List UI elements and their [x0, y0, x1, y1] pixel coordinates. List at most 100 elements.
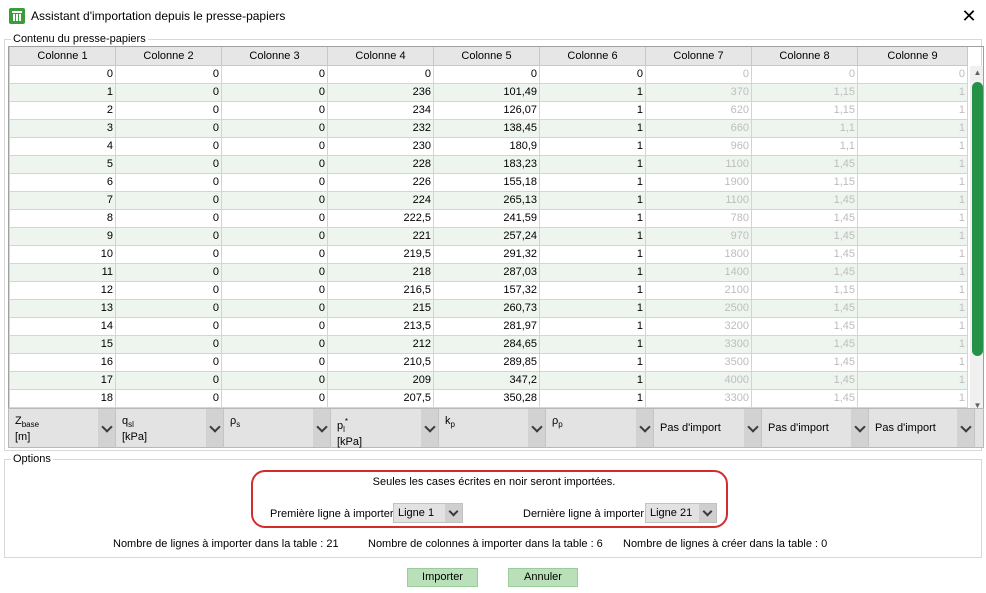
last-line-select[interactable]: Ligne 21 [645, 503, 717, 523]
column-header[interactable]: Colonne 2 [115, 47, 222, 66]
column-header[interactable]: Colonne 9 [857, 47, 968, 66]
table-cell: 0 [115, 82, 222, 102]
first-line-value: Ligne 1 [398, 507, 435, 519]
table-cell: 1,15 [751, 172, 858, 192]
table-cell: 0 [115, 244, 222, 264]
table-cell: 15 [9, 334, 116, 354]
table-cell: 1 [539, 334, 646, 354]
column-mapping-select[interactable]: Zbase [m] [9, 409, 116, 448]
table-cell: 0 [221, 64, 328, 84]
table-cell: 1 [539, 136, 646, 156]
mapping-label: Zbase [m] [15, 415, 39, 444]
table-cell: 1 [857, 334, 968, 354]
table-cell: 1 [539, 100, 646, 120]
table-cell: 0 [115, 172, 222, 192]
table-cell: 0 [115, 352, 222, 372]
table-cell: 183,23 [433, 154, 540, 174]
column-header[interactable]: Colonne 7 [645, 47, 752, 66]
chevron-down-icon[interactable] [313, 409, 330, 447]
column-mapping-select[interactable]: ρs [224, 409, 331, 448]
table-cell: 0 [221, 226, 328, 246]
table-cell: 216,5 [327, 280, 434, 300]
mapping-label: Pas d'import [875, 422, 936, 435]
chevron-down-icon[interactable] [957, 409, 974, 447]
table-cell: 5 [9, 154, 116, 174]
import-button[interactable]: Importer [407, 568, 478, 587]
scroll-up-icon[interactable]: ▲ [970, 66, 983, 80]
chevron-down-icon[interactable] [445, 504, 462, 522]
table-cell: 0 [115, 316, 222, 336]
table-cell: 226 [327, 172, 434, 192]
table-row: 4 0 0 230 180,9 1 960 1,1 1 [9, 136, 968, 156]
table-cell: 0 [221, 352, 328, 372]
chevron-down-icon[interactable] [206, 409, 223, 447]
column-header[interactable]: Colonne 3 [221, 47, 328, 66]
table-cell: 1 [539, 370, 646, 390]
table-cell: 1,45 [751, 226, 858, 246]
table-cell: 4 [9, 136, 116, 156]
column-mapping-select[interactable]: Pas d'import [762, 409, 869, 448]
table-cell: 1,45 [751, 190, 858, 210]
table-cell: 0 [115, 118, 222, 138]
column-header[interactable]: Colonne 5 [433, 47, 540, 66]
column-mapping-select[interactable]: ρp [546, 409, 654, 448]
table-cell: 0 [115, 280, 222, 300]
column-mapping-select[interactable]: qsl [kPa] [116, 409, 224, 448]
vertical-scrollbar[interactable]: ▲ ▼ [970, 66, 983, 411]
first-line-select[interactable]: Ligne 1 [393, 503, 463, 523]
table-row: 9 0 0 221 257,24 1 970 1,45 1 [9, 226, 968, 246]
scroll-thumb[interactable] [972, 82, 983, 356]
chevron-down-icon[interactable] [528, 409, 545, 447]
mapping-subscript: p [558, 420, 563, 429]
column-header[interactable]: Colonne 1 [9, 47, 116, 66]
table-cell: 0 [221, 280, 328, 300]
options-legend: Options [11, 453, 53, 465]
table-row: 15 0 0 212 284,65 1 3300 1,45 1 [9, 334, 968, 354]
table-cell: 1 [539, 388, 646, 408]
chevron-down-icon[interactable] [699, 504, 716, 522]
table-cell: 1,45 [751, 370, 858, 390]
table-cell: 1 [857, 172, 968, 192]
table-row: 6 0 0 226 155,18 1 1900 1,15 1 [9, 172, 968, 192]
mapping-subscript: sl [128, 420, 134, 429]
chevron-down-icon[interactable] [744, 409, 761, 447]
column-mapping-select[interactable]: Pas d'import [654, 409, 762, 448]
table-cell: 0 [221, 172, 328, 192]
column-header[interactable]: Colonne 8 [751, 47, 858, 66]
table-cell: 11 [9, 262, 116, 282]
table-cell: 101,49 [433, 82, 540, 102]
chevron-down-icon[interactable] [98, 409, 115, 447]
chevron-down-icon[interactable] [636, 409, 653, 447]
table-cell: 284,65 [433, 334, 540, 354]
column-mapping-select[interactable]: Pas d'import [869, 409, 975, 448]
table-cell: 0 [221, 208, 328, 228]
table-cell: 7 [9, 190, 116, 210]
table-cell: 257,24 [433, 226, 540, 246]
table-cell: 1 [857, 82, 968, 102]
table-cell: 1,45 [751, 316, 858, 336]
column-header[interactable]: Colonne 4 [327, 47, 434, 66]
table-cell: 1,1 [751, 118, 858, 138]
table-cell: 0 [115, 226, 222, 246]
close-icon[interactable]: ✕ [956, 4, 982, 28]
table-cell: 1400 [645, 262, 752, 282]
clipboard-table-body: 0 0 0 0 0 0 0 0 0 1 0 0 236 101,49 1 370 1,15 1 2 0 0 234 126,… [9, 64, 968, 408]
table-cell: 0 [221, 118, 328, 138]
table-cell: 1 [539, 208, 646, 228]
column-header[interactable]: Colonne 6 [539, 47, 646, 66]
table-cell: 1100 [645, 190, 752, 210]
column-mapping-select[interactable]: kp [439, 409, 546, 448]
mapping-subscript: base [21, 420, 40, 429]
cancel-button[interactable]: Annuler [508, 568, 578, 587]
chevron-down-icon[interactable] [851, 409, 868, 447]
mapping-label: qsl [kPa] [122, 415, 147, 444]
chevron-down-icon[interactable] [421, 409, 438, 447]
first-line-label: Première ligne à importer [270, 508, 394, 520]
table-cell: 0 [115, 334, 222, 354]
import-notice: Seules les cases écrites en noir seront … [372, 476, 616, 488]
table-cell: 0 [221, 100, 328, 120]
table-cell: 1,45 [751, 244, 858, 264]
table-cell: 0 [221, 136, 328, 156]
column-mapping-select[interactable]: pl* [kPa] [331, 409, 439, 448]
clipboard-grid[interactable]: Colonne 1 Colonne 2 Colonne 3 Colonne 4 Colo… [8, 46, 984, 412]
